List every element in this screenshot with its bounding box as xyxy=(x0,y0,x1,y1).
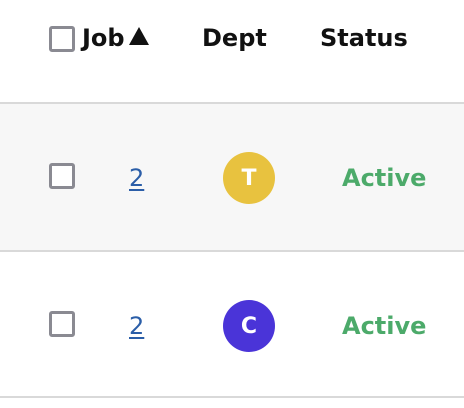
table-bottom-divider xyxy=(0,396,464,398)
column-header-job[interactable]: Job xyxy=(82,22,149,54)
status-label: Active xyxy=(342,312,427,340)
job-link[interactable]: 2 xyxy=(129,162,144,194)
row-checkbox[interactable] xyxy=(49,163,75,189)
dept-avatar-initial: T xyxy=(241,165,257,191)
sort-ascending-icon[interactable] xyxy=(128,27,149,45)
table-row: 2 T Active xyxy=(0,102,464,250)
column-header-job-label: Job xyxy=(82,24,125,52)
dept-avatar: C xyxy=(223,300,275,352)
table-row: 2 C Active xyxy=(0,250,464,398)
dept-avatar-initial: C xyxy=(240,313,258,339)
table-header: Job Dept Status xyxy=(0,0,464,104)
status-label: Active xyxy=(342,164,427,192)
column-header-status[interactable]: Status xyxy=(320,22,408,54)
job-link[interactable]: 2 xyxy=(129,310,144,342)
column-header-dept[interactable]: Dept xyxy=(202,22,267,54)
select-all-checkbox[interactable] xyxy=(49,26,75,52)
jobs-table: Job Dept Status 2 T Active 2 C Active xyxy=(0,0,464,408)
dept-avatar: T xyxy=(223,152,275,204)
row-checkbox[interactable] xyxy=(49,311,75,337)
